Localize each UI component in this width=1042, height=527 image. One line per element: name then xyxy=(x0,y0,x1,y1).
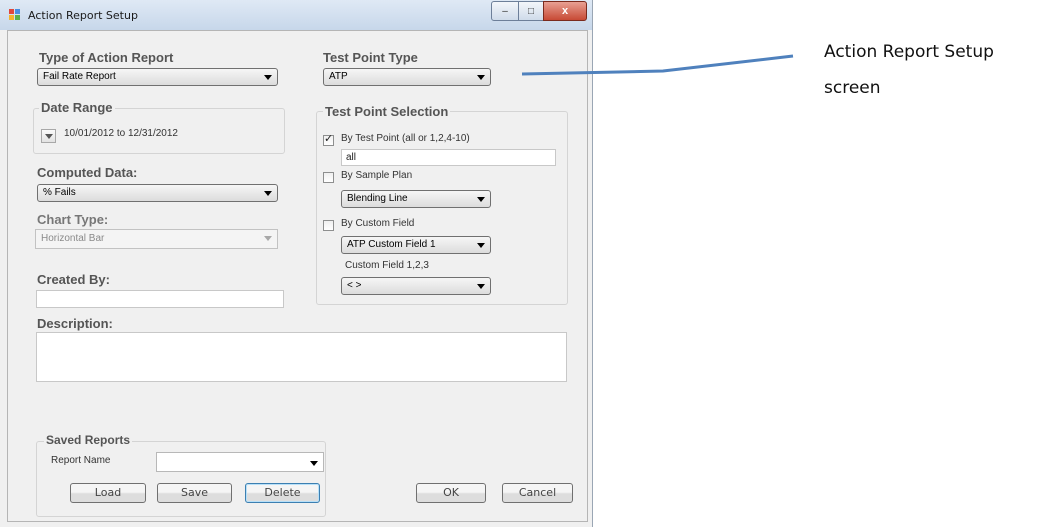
callout-subtitle: screen xyxy=(824,78,881,98)
callout-title: Action Report Setup xyxy=(824,42,994,62)
callout-line xyxy=(521,54,794,76)
